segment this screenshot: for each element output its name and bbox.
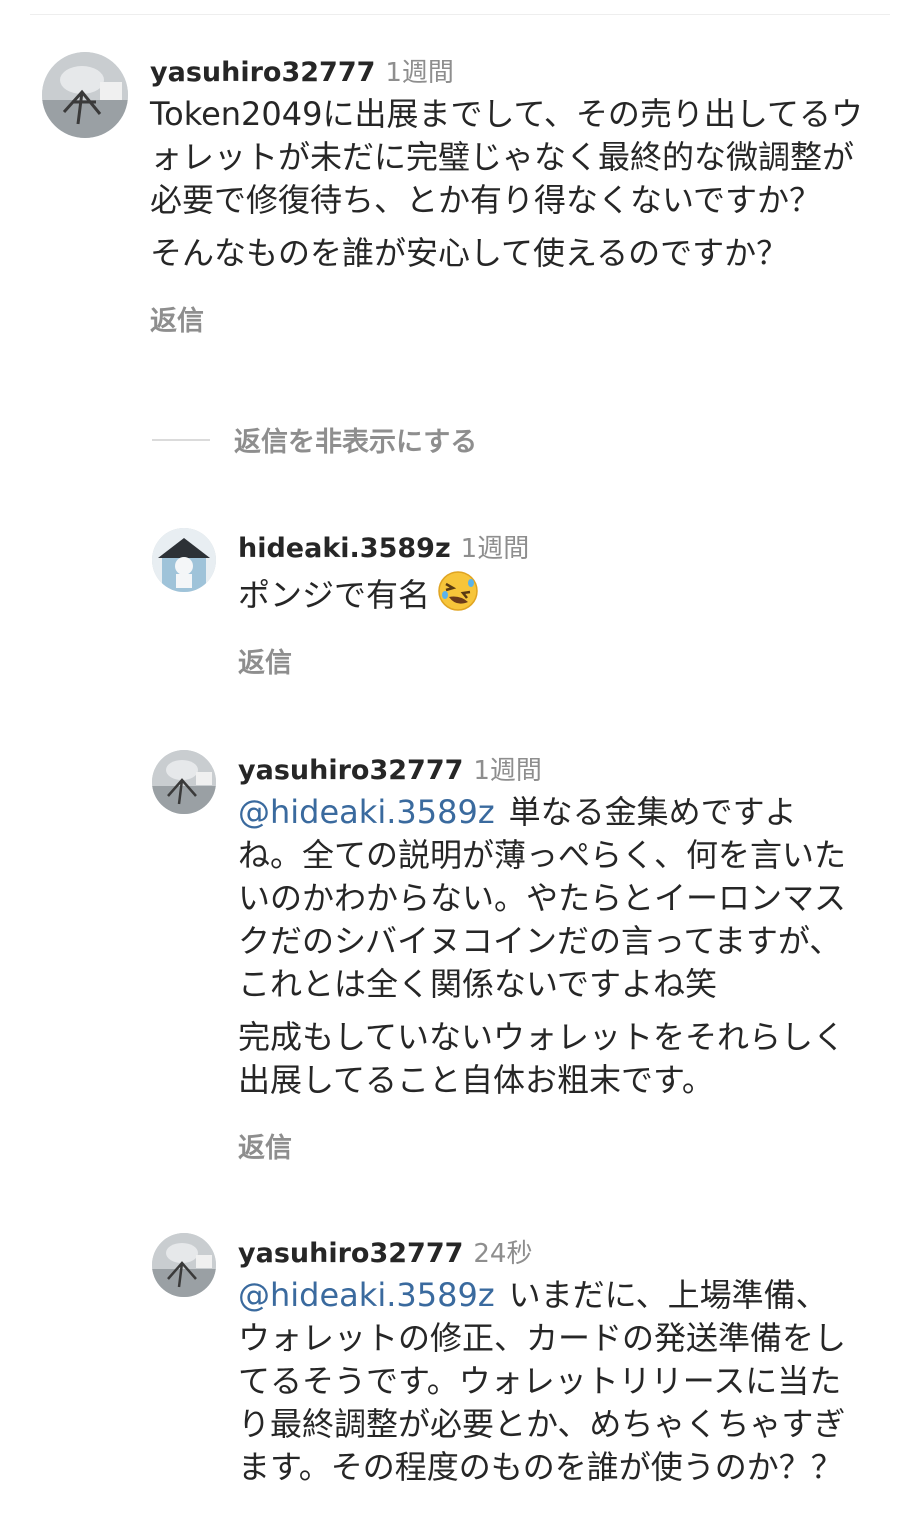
reply-button[interactable]: 返信: [238, 1126, 858, 1165]
avatar-photo-icon: [152, 1233, 216, 1297]
username[interactable]: yasuhiro32777: [238, 755, 463, 786]
mention-link[interactable]: @hideaki.3589z: [238, 793, 495, 831]
reply-comment: yasuhiro32777 1週間 @hideaki.3589z 単なる金集めです…: [152, 750, 858, 1165]
comment-text: ポンジで有名: [238, 569, 838, 617]
mention-link[interactable]: @hideaki.3589z: [238, 1276, 495, 1314]
username[interactable]: hideaki.3589z: [238, 533, 451, 564]
comment-paragraph: 完成もしていないウォレットをそれらしく出展してること自体お粗末です。: [238, 1018, 846, 1099]
reply-button[interactable]: 返信: [150, 299, 880, 338]
avatar[interactable]: [152, 528, 216, 592]
comment-text: @hideaki.3589z いまだに、上場準備、ウォレットの修正、カードの発送準…: [238, 1274, 858, 1489]
timestamp: 1週間: [460, 534, 530, 564]
comment-thread: yasuhiro32777 1週間 Token2049に出展までして、その売り出…: [0, 0, 900, 1536]
avatar[interactable]: [152, 750, 216, 814]
timestamp: 1週間: [385, 58, 454, 88]
comment-text: Token2049に出展までして、その売り出してるウォレットが未だに完璧じゃなく…: [150, 93, 880, 275]
comment-text: @hideaki.3589z 単なる金集めですよね。全ての説明が薄っぺらく、何を言…: [238, 791, 858, 1102]
username[interactable]: yasuhiro32777: [238, 1238, 463, 1269]
divider: [30, 14, 890, 15]
comment: yasuhiro32777 1週間 Token2049に出展までして、その売り出…: [42, 52, 880, 338]
avatar-photo-icon: [152, 750, 216, 814]
hide-replies-label: 返信を非表示にする: [234, 427, 478, 458]
divider: [152, 438, 210, 441]
timestamp: 24秒: [473, 1239, 533, 1269]
reply-comment: yasuhiro32777 24秒 @hideaki.3589z いまだに、上場準…: [152, 1233, 858, 1489]
comment-paragraph: @hideaki.3589z いまだに、上場準備、ウォレットの修正、カードの発送準…: [238, 1274, 858, 1489]
avatar[interactable]: [152, 1233, 216, 1297]
hide-replies-button[interactable]: 返信を非表示にする: [152, 420, 477, 459]
timestamp: 1週間: [473, 756, 542, 786]
avatar[interactable]: [42, 52, 128, 138]
comment-paragraph: そんなものを誰が安心して使えるのですか？: [150, 234, 789, 272]
rolling-on-floor-laughing-icon: [436, 569, 480, 613]
avatar-photo-icon: [152, 528, 216, 592]
comment-paragraph: Token2049に出展までして、その売り出してるウォレットが未だに完璧じゃなく…: [150, 95, 863, 219]
comment-paragraph: @hideaki.3589z 単なる金集めですよね。全ての説明が薄っぺらく、何を言…: [238, 791, 858, 1006]
reply-button[interactable]: 返信: [238, 641, 838, 680]
reply-comment: hideaki.3589z 1週間 ポンジで有名 返信: [152, 528, 838, 680]
username[interactable]: yasuhiro32777: [150, 57, 375, 88]
comment-paragraph: ポンジで有名: [238, 576, 431, 614]
avatar-photo-icon: [42, 52, 128, 138]
